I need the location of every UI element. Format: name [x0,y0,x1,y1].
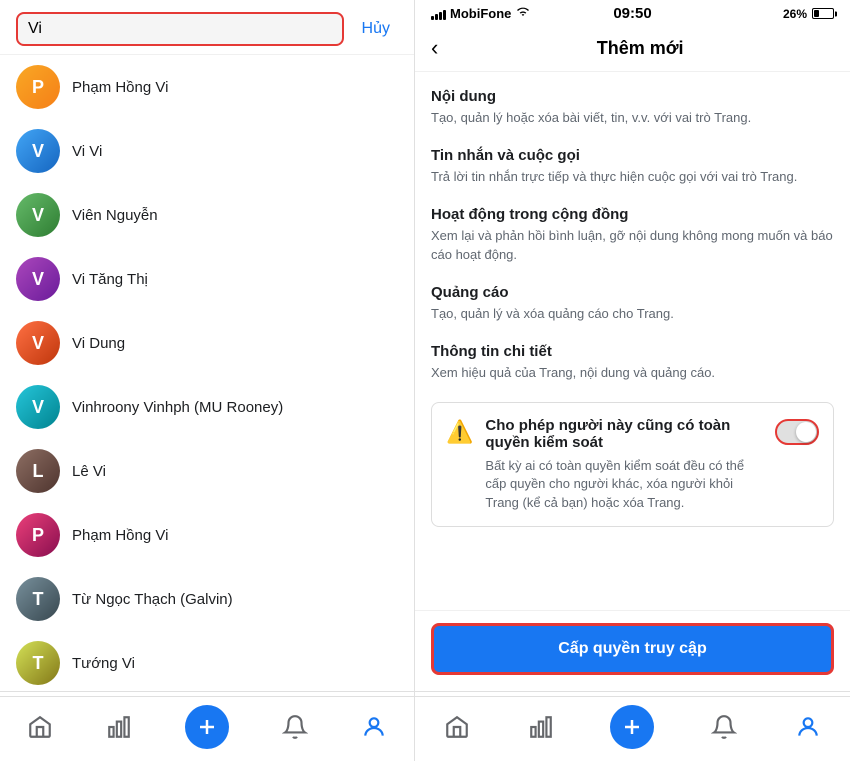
avatar: P [16,65,60,109]
right-content: Nội dung Tạo, quản lý hoặc xóa bài viết,… [415,72,850,610]
contact-name: Phạm Hồng Vi [72,79,168,96]
permission-title: Thông tin chi tiết [431,343,834,360]
permission-desc: Tạo, quản lý và xóa quảng cáo cho Trang. [431,305,834,323]
search-bar: Hủy [0,0,414,55]
contact-name: Phạm Hồng Vi [72,527,168,544]
contact-item[interactable]: T Từ Ngọc Thạch (Galvin) [0,567,414,631]
grant-access-button[interactable]: Cấp quyền truy cập [431,623,834,675]
warning-icon: ⚠️ [446,419,473,445]
contact-name: Vinhroony Vinhph (MU Rooney) [72,399,283,416]
right-nav-avatar-icon[interactable] [794,713,822,741]
avatar: V [16,321,60,365]
avatar: V [16,385,60,429]
permission-item: Hoạt động trong cộng đồng Xem lại và phả… [431,206,834,263]
full-control-box: ⚠️ Cho phép người này cũng có toàn quyền… [431,402,834,527]
nav-chart-icon[interactable] [105,713,133,741]
status-left: MobiFone [431,6,531,21]
full-control-desc: Bất kỳ ai có toàn quyền kiểm soát đều có… [485,457,763,512]
contact-name: Viên Nguyễn [72,207,158,224]
right-panel: MobiFone 09:50 26% [415,0,850,761]
avatar: T [16,577,60,621]
permission-item: Thông tin chi tiết Xem hiệu quả của Tran… [431,343,834,382]
right-nav-chart-icon[interactable] [527,713,555,741]
left-panel: Hủy P Phạm Hồng Vi V Vi Vi V Viên Nguyễn… [0,0,415,761]
avatar: V [16,129,60,173]
permission-title: Tin nhắn và cuộc gọi [431,147,834,164]
wifi-icon [515,6,531,21]
permission-item: Tin nhắn và cuộc gọi Trả lời tin nhắn tr… [431,147,834,186]
contact-name: Vi Dung [72,335,125,352]
signal-bars [431,8,446,20]
right-nav-bell-icon[interactable] [710,713,738,741]
avatar: P [16,513,60,557]
avatar: T [16,641,60,685]
status-bar: MobiFone 09:50 26% [415,0,850,25]
status-bar-container: MobiFone 09:50 26% [415,0,850,25]
permission-title: Nội dung [431,88,834,105]
status-time: 09:50 [613,5,651,22]
nav-home-icon[interactable] [26,713,54,741]
permission-desc: Xem lại và phản hồi bình luận, gỡ nội du… [431,227,834,263]
status-right: 26% [783,7,834,21]
contact-name: Lê Vi [72,463,106,480]
search-input[interactable] [28,20,332,38]
right-header: ‹ Thêm mới [415,25,850,72]
battery-pct-label: 26% [783,7,807,21]
contact-name: Tướng Vi [72,655,135,672]
carrier-label: MobiFone [450,6,511,21]
left-bottom-nav [0,696,414,761]
nav-bell-icon[interactable] [281,713,309,741]
contact-name: Từ Ngọc Thạch (Galvin) [72,591,233,608]
toggle-wrapper [775,417,819,445]
full-control-title: Cho phép người này cũng có toàn quyền ki… [485,417,763,451]
right-nav-plus-button[interactable] [610,705,654,749]
full-control-text: Cho phép người này cũng có toàn quyền ki… [485,417,763,512]
right-nav-home-icon[interactable] [443,713,471,741]
toggle-knob [796,422,816,442]
right-title: Thêm mới [446,38,834,59]
contact-item[interactable]: P Phạm Hồng Vi [0,503,414,567]
permission-item: Quảng cáo Tạo, quản lý và xóa quảng cáo … [431,284,834,323]
right-bottom-nav [415,696,850,761]
contact-name: Vi Tăng Thị [72,271,148,288]
contact-item[interactable]: P Phạm Hồng Vi [0,55,414,119]
cancel-button[interactable]: Hủy [354,16,398,42]
avatar: L [16,449,60,493]
right-divider [415,691,850,692]
contact-item[interactable]: V Vinhroony Vinhph (MU Rooney) [0,375,414,439]
avatar: V [16,257,60,301]
contact-name: Vi Vi [72,143,102,160]
search-input-wrapper [16,12,344,46]
contact-item[interactable]: V Vi Dung [0,311,414,375]
permission-desc: Tạo, quản lý hoặc xóa bài viết, tin, v.v… [431,109,834,127]
contact-list: P Phạm Hồng Vi V Vi Vi V Viên Nguyễn V V… [0,55,414,691]
nav-avatar-icon[interactable] [360,713,388,741]
permission-desc: Xem hiệu quả của Trang, nội dung và quản… [431,364,834,382]
back-button[interactable]: ‹ [431,33,446,63]
contact-item[interactable]: L Lê Vi [0,439,414,503]
full-control-toggle[interactable] [775,419,819,445]
permission-title: Hoạt động trong cộng đồng [431,206,834,223]
nav-plus-button[interactable] [185,705,229,749]
permission-desc: Trả lời tin nhắn trực tiếp và thực hiện … [431,168,834,186]
battery-icon [812,8,834,19]
contact-item[interactable]: V Vi Tăng Thị [0,247,414,311]
grant-btn-wrapper: Cấp quyền truy cập [415,610,850,691]
contact-item[interactable]: V Viên Nguyễn [0,183,414,247]
permission-item: Nội dung Tạo, quản lý hoặc xóa bài viết,… [431,88,834,127]
permission-title: Quảng cáo [431,284,834,301]
avatar: V [16,193,60,237]
contact-item[interactable]: T Tướng Vi [0,631,414,691]
contact-item[interactable]: V Vi Vi [0,119,414,183]
left-divider [0,691,414,692]
